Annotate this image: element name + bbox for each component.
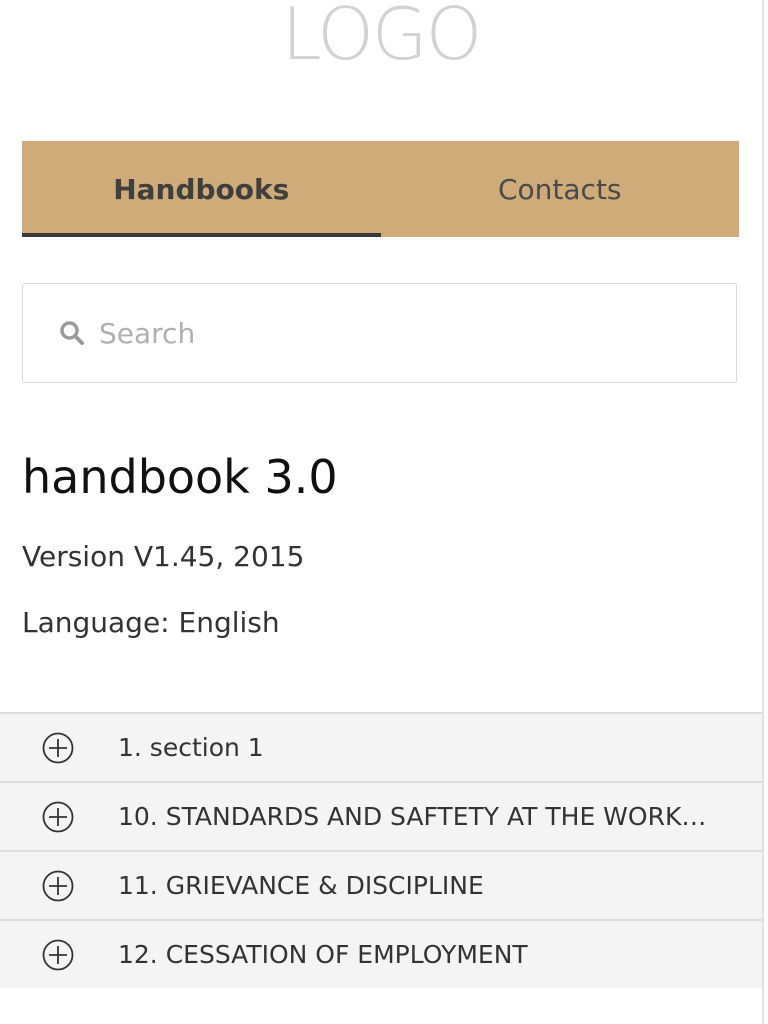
- section-list: 1. section 1 10. STANDARDS AND SAFTETY A…: [0, 712, 762, 988]
- section-label: 12. CESSATION OF EMPLOYMENT: [118, 940, 528, 969]
- logo: LOGO: [281, 0, 483, 76]
- search-icon: [59, 320, 85, 346]
- tab-contacts-label: Contacts: [497, 172, 622, 206]
- section-label: 11. GRIEVANCE & DISCIPLINE: [118, 871, 484, 900]
- page: LOGO Handbooks Contacts handbook 3.0 Ver…: [0, 0, 768, 1024]
- section-label: 1. section 1: [118, 733, 264, 762]
- tab-bar: Handbooks Contacts: [22, 141, 739, 237]
- right-divider: [762, 0, 764, 1024]
- tab-handbooks[interactable]: Handbooks: [22, 141, 381, 237]
- handbook-title: handbook 3.0: [22, 450, 338, 504]
- section-label: 10. STANDARDS AND SAFTETY AT THE WORKPL…: [118, 802, 718, 831]
- tab-contacts[interactable]: Contacts: [381, 141, 740, 237]
- section-row[interactable]: 10. STANDARDS AND SAFTETY AT THE WORKPL…: [0, 781, 762, 850]
- tab-handbooks-label: Handbooks: [113, 172, 290, 206]
- section-row[interactable]: 1. section 1: [0, 712, 762, 781]
- handbook-version: Version V1.45, 2015: [22, 540, 305, 573]
- plus-circle-icon[interactable]: [42, 870, 74, 902]
- plus-circle-icon[interactable]: [42, 801, 74, 833]
- plus-circle-icon[interactable]: [42, 732, 74, 764]
- search-box[interactable]: [22, 283, 737, 383]
- section-row[interactable]: 11. GRIEVANCE & DISCIPLINE: [0, 850, 762, 919]
- section-row[interactable]: 12. CESSATION OF EMPLOYMENT: [0, 919, 762, 988]
- handbook-language: Language: English: [22, 606, 280, 639]
- plus-circle-icon[interactable]: [42, 939, 74, 971]
- search-input[interactable]: [97, 315, 701, 351]
